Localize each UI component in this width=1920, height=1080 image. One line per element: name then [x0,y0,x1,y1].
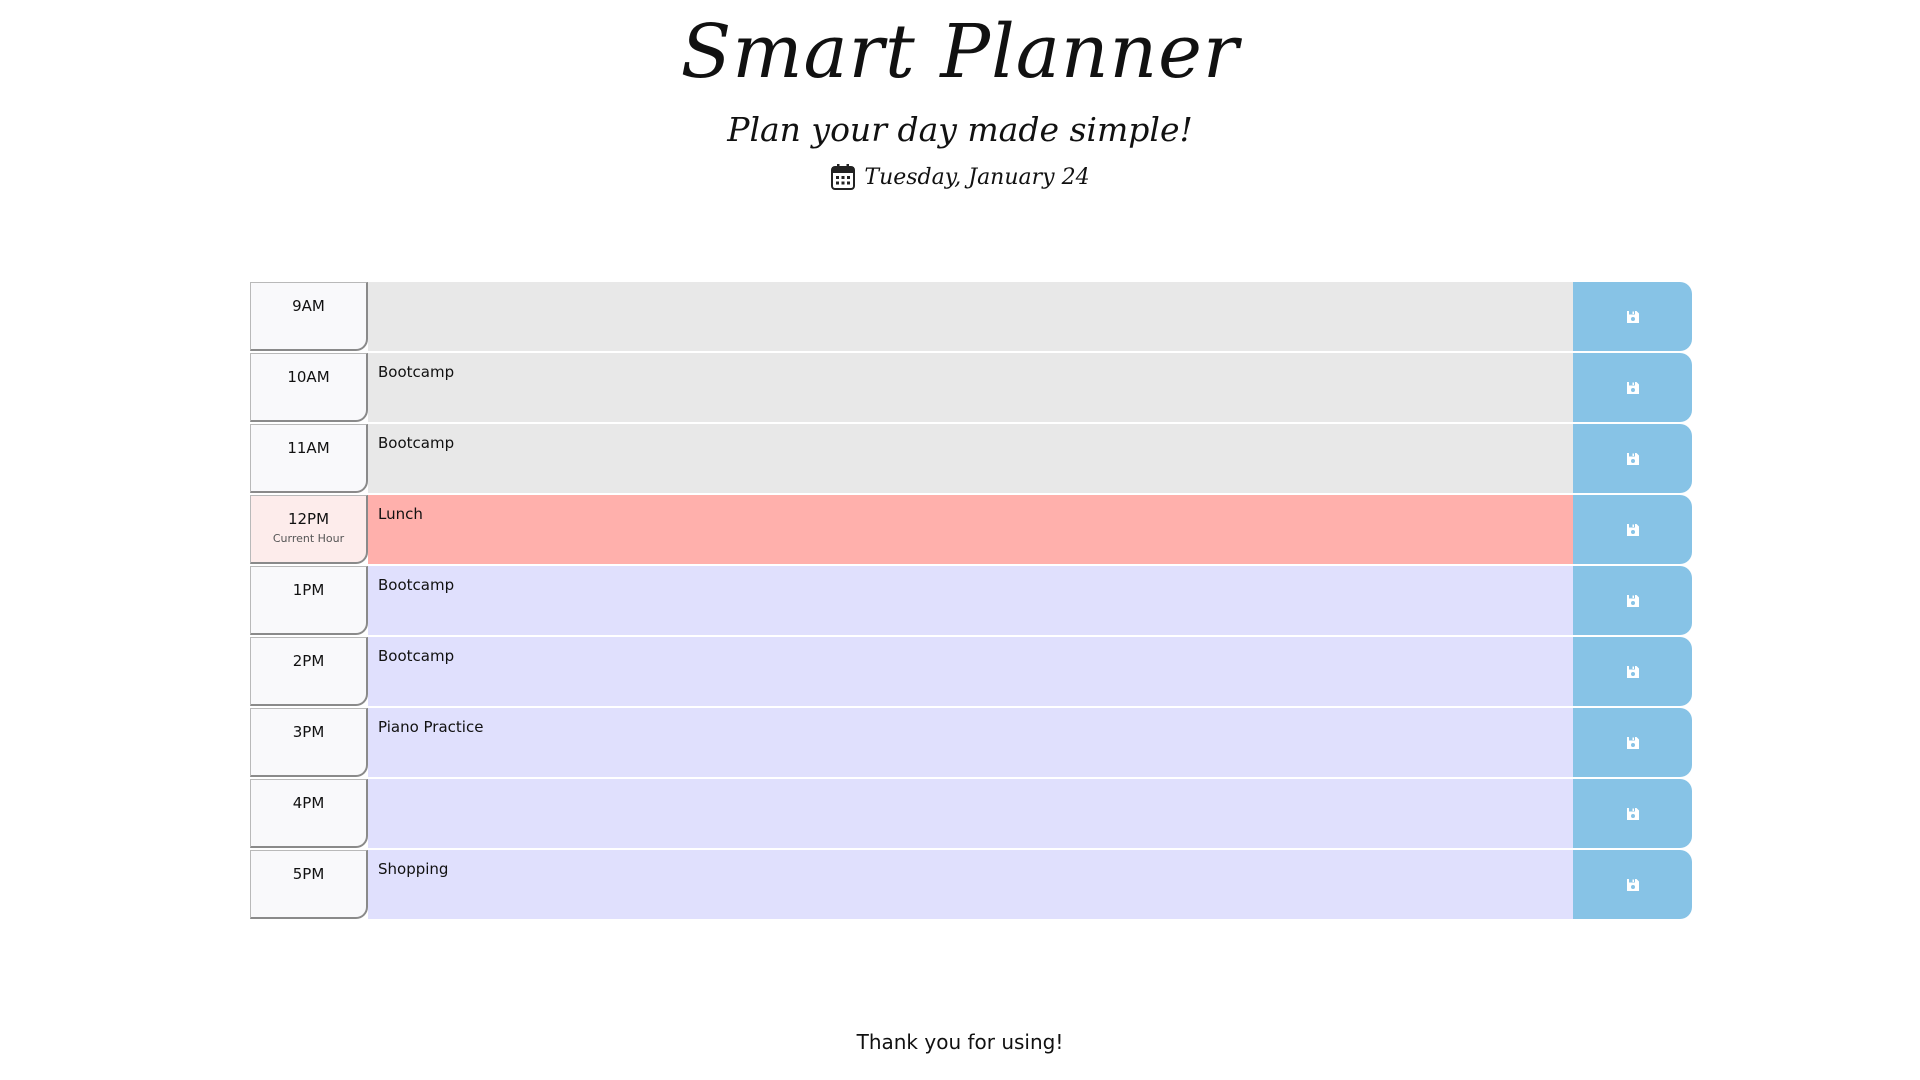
hour-label: 11AM [250,424,368,493]
save-button[interactable] [1573,708,1692,777]
task-input[interactable]: Bootcamp [368,353,1573,422]
floppy-disk-icon [1626,310,1639,323]
hour-label: 9AM [250,282,368,351]
current-hour-label: Current Hour [272,532,345,545]
save-button[interactable] [1573,779,1692,848]
floppy-disk-icon [1626,381,1639,394]
task-input[interactable]: Bootcamp [368,566,1573,635]
hour-text: 3PM [292,723,325,741]
task-input[interactable]: Lunch [368,495,1573,564]
current-date: Tuesday, January 24 [0,160,1920,194]
floppy-disk-icon [1626,736,1639,749]
floppy-disk-icon [1626,878,1639,891]
hour-text: 12PM [287,510,330,528]
hour-label: 4PM [250,779,368,848]
time-block: 9AM [250,282,1692,351]
save-button[interactable] [1573,850,1692,919]
floppy-disk-icon [1626,523,1639,536]
planner: 9AM 10AM Bootcamp 11AM Bootcamp 12PM Current H… [250,282,1692,921]
hour-label: 5PM [250,850,368,919]
floppy-disk-icon [1626,665,1639,678]
hour-text: 4PM [292,794,325,812]
hour-label: 1PM [250,566,368,635]
hour-label: 3PM [250,708,368,777]
task-input[interactable] [368,779,1573,848]
floppy-disk-icon [1626,594,1639,607]
save-button[interactable] [1573,424,1692,493]
save-button[interactable] [1573,566,1692,635]
hour-text: 11AM [287,439,330,457]
save-button[interactable] [1573,637,1692,706]
task-input[interactable]: Piano Practice [368,708,1573,777]
save-button[interactable] [1573,495,1692,564]
hour-text: 1PM [292,581,325,599]
time-block: 5PM Shopping [250,850,1692,919]
time-block: 2PM Bootcamp [250,637,1692,706]
hour-text: 10AM [287,368,330,386]
task-input[interactable] [368,282,1573,351]
time-block: 12PM Current Hour Lunch [250,495,1692,564]
time-block: 10AM Bootcamp [250,353,1692,422]
hour-text: 9AM [292,297,325,315]
hour-text: 2PM [292,652,325,670]
save-button[interactable] [1573,353,1692,422]
time-block: 1PM Bootcamp [250,566,1692,635]
task-input[interactable]: Bootcamp [368,424,1573,493]
time-block: 11AM Bootcamp [250,424,1692,493]
date-text: Tuesday, January 24 [864,164,1090,190]
hour-label: 12PM Current Hour [250,495,368,564]
hour-text: 5PM [292,865,325,883]
calendar-icon [830,163,856,191]
hour-label: 10AM [250,353,368,422]
app-title: Smart Planner [680,9,1240,95]
save-button[interactable] [1573,282,1692,351]
footer-text: Thank you for using! [856,1030,1064,1054]
time-block: 3PM Piano Practice [250,708,1692,777]
task-input[interactable]: Shopping [368,850,1573,919]
floppy-disk-icon [1626,452,1639,465]
page-header: Smart Planner Plan your day made simple!… [0,0,1920,194]
floppy-disk-icon [1626,807,1639,820]
hour-label: 2PM [250,637,368,706]
task-input[interactable]: Bootcamp [368,637,1573,706]
time-block: 4PM [250,779,1692,848]
tagline: Plan your day made simple! [727,110,1193,149]
